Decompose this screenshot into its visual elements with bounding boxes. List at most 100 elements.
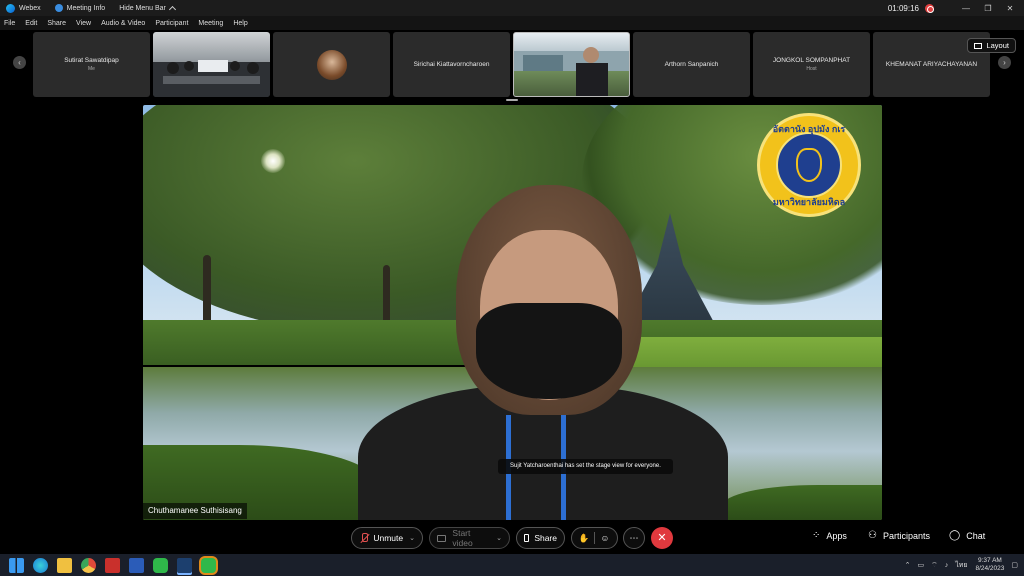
scroll-left-button[interactable]: ‹ [13,56,26,69]
line-taskbar-icon[interactable] [201,557,216,573]
main-stage-video[interactable]: อัตตานัง อุปมัง กเร มหาวิทยาลัยมหิดล Suj… [143,105,882,520]
participant-name: Sirichai Kiattavorncharoen [413,61,490,68]
input-language[interactable]: ไทย [955,560,967,571]
webex-logo-icon [6,3,15,13]
seal-text-top: อัตตานัง อุปมัง กเร [772,124,846,134]
speaker-name-tag: Chuthamanee Suthisisang [143,503,247,519]
meeting-controls: Unmute ⌄ Start video ⌄ Share ✋ ☺ ⋯ ✕ ⁘ A… [0,522,1024,554]
sun-flare [261,149,285,173]
recording-icon[interactable] [925,3,934,13]
speaker-video [514,47,629,96]
hide-menu-bar-button[interactable]: Hide Menu Bar [119,4,176,14]
chevron-up-icon[interactable]: ⌃ [905,561,911,569]
university-seal-logo: อัตตานัง อุปมัง กเร มหาวิทยาลัยมหิดล [757,113,861,217]
chat-label: Chat [966,530,986,541]
reactions-icon[interactable]: ☺ [597,533,613,543]
leave-meeting-button[interactable]: ✕ [651,527,673,549]
share-button[interactable]: Share [516,527,565,549]
menu-meeting[interactable]: Meeting [198,20,223,27]
person-icon: ⚇ [868,530,877,541]
chat-button[interactable]: ◯ Chat [949,530,985,541]
minimize-button[interactable]: — [958,4,974,13]
volume-icon[interactable]: ♪ [945,562,949,569]
chrome-icon[interactable] [81,557,96,573]
menu-help[interactable]: Help [233,20,247,27]
participant-tile[interactable]: Arthorn Sanpanich [633,32,750,97]
layout-label: Layout [986,41,1009,50]
avatar [316,49,347,80]
share-label: Share [534,533,557,543]
title-bar: Webex Meeting Info Hide Menu Bar 01:09:1… [0,0,1024,16]
active-speaker-video-tile[interactable] [513,32,630,97]
windows-start-icon[interactable] [9,557,24,573]
menu-file[interactable]: File [4,20,15,27]
meeting-info-label: Meeting Info [66,4,106,12]
mic-muted-icon [359,533,369,543]
message-icon[interactable]: ▭ [917,561,924,569]
participant-tile[interactable]: Sirichai Kiattavorncharoen [393,32,510,97]
menu-view[interactable]: View [76,20,91,27]
more-options-button[interactable]: ⋯ [623,527,645,549]
participant-video-tile[interactable] [153,32,270,97]
acrobat-icon[interactable] [105,557,120,573]
menu-edit[interactable]: Edit [25,20,37,27]
strip-resize-handle[interactable] [506,99,518,101]
share-icon [524,534,530,542]
menu-bar: File Edit Share View Audio & Video Parti… [0,16,1024,30]
system-clock[interactable]: 9:37 AM 8/24/2023 [975,557,1004,573]
face-mask [476,303,622,399]
camera-off-icon [437,534,447,542]
chevron-up-icon [168,5,176,14]
participant-tile[interactable]: Sutirat Sawatdipap Me [33,32,150,97]
start-video-label: Start video [452,528,473,548]
start-video-button[interactable]: Start video ⌄ [429,527,510,549]
seal-emblem-icon [796,148,822,182]
scroll-right-button[interactable]: › [998,56,1011,69]
participant-name: KHEMANAT ARIYACHAYANAN [885,61,978,68]
reactions-group: ✋ ☺ [571,527,618,549]
unmute-label: Unmute [373,533,404,543]
seal-inner [776,132,842,198]
webex-taskbar-icon[interactable] [177,557,192,573]
participant-role: Host [806,66,817,72]
word-icon[interactable] [129,557,144,573]
participants-label: Participants [882,530,930,541]
edge-icon[interactable] [33,557,48,573]
menu-share[interactable]: Share [47,20,66,27]
meeting-info-button[interactable]: Meeting Info [54,4,106,12]
clock-date: 8/24/2023 [975,565,1005,572]
network-icon[interactable]: ⌔ [931,561,938,570]
restore-button[interactable]: ❐ [980,4,996,13]
seal-text-bottom: มหาวิทยาลัยมหิดล [772,197,846,207]
apps-button[interactable]: ⁘ Apps [812,530,847,541]
participant-strip: ‹ Sutirat Sawatdipap Me Sirichai Kiattav… [0,30,1024,100]
app-title: Webex [6,3,41,13]
app-name: Webex [19,4,41,12]
close-window-button[interactable]: ✕ [1002,4,1018,13]
participants-button[interactable]: ⚇ Participants [868,530,930,541]
menu-participant[interactable]: Participant [155,20,188,27]
hide-menu-bar-label: Hide Menu Bar [119,4,166,12]
meeting-timer: 01:09:16 [887,3,919,13]
line-icon[interactable] [153,557,168,573]
raise-hand-icon[interactable]: ✋ [576,533,592,544]
menu-audio-video[interactable]: Audio & Video [101,20,145,27]
layout-button[interactable]: Layout [967,38,1016,53]
file-explorer-icon[interactable] [57,557,72,573]
meeting-room-video [153,60,270,97]
participant-name: JONGKOL SOMPANPHAT [772,57,851,64]
divider [594,532,595,544]
chevron-down-icon[interactable]: ⌄ [409,534,415,542]
clock-time: 9:37 AM [977,557,1002,564]
participant-avatar-tile[interactable] [273,32,390,97]
notifications-icon[interactable]: ▢ [1011,561,1018,569]
apps-label: Apps [826,530,847,541]
participant-tile[interactable]: JONGKOL SOMPANPHAT Host [753,32,870,97]
layout-icon [974,42,983,49]
info-icon [54,4,63,12]
system-tray: ⌃ ▭ ⌔ ♪ ไทย 9:37 AM 8/24/2023 ▢ [898,554,1018,576]
participant-name: Arthorn Sanpanich [664,61,719,68]
chevron-down-icon[interactable]: ⌄ [496,534,502,542]
unmute-button[interactable]: Unmute ⌄ [351,527,423,549]
participant-role: Me [88,66,95,72]
